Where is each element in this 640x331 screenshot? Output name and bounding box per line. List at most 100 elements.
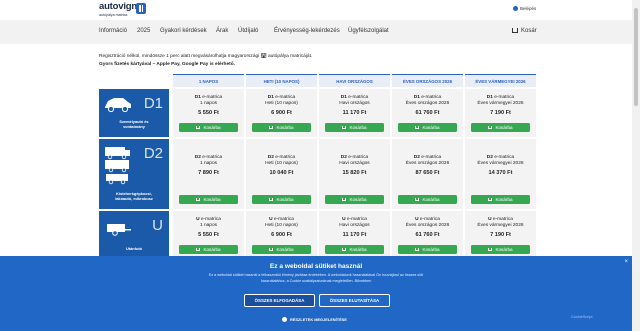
- add-to-cart-label: Kosárba: [422, 247, 440, 252]
- product-desc: e-matrica: [421, 155, 442, 160]
- category-code: D2: [413, 155, 420, 160]
- product-desc: e-matrica: [275, 95, 296, 100]
- add-to-cart-button[interactable]: Kosárba: [252, 245, 311, 254]
- category-code: D1: [267, 95, 274, 100]
- cart-icon: [488, 126, 493, 129]
- product-name: D1 e-matrica: [173, 95, 244, 100]
- add-to-cart-label: Kosárba: [495, 247, 513, 252]
- gear-icon: [282, 317, 287, 322]
- cart-icon: [269, 248, 274, 251]
- cart-icon: [512, 28, 518, 33]
- add-to-cart-button[interactable]: Kosárba: [179, 123, 238, 132]
- price-cell: D1 e-matrica Éves vármegyei 2026 7 190 Ft K…: [465, 89, 536, 137]
- add-to-cart-label: Kosárba: [276, 125, 294, 130]
- product-name: D1 e-matrica: [465, 95, 536, 100]
- price-cell: D1 e-matrica 1 napos 5 550 Ft Kosárba: [173, 89, 244, 137]
- add-to-cart-button[interactable]: Kosárba: [325, 195, 384, 204]
- row-header-d1: D1 Személyautó és vontatmány: [99, 89, 169, 137]
- cart-icon: [196, 248, 201, 251]
- cart-icon: [269, 198, 274, 201]
- price-cell: U e-matrica Havi országos 11 170 Ft Kosárba: [319, 211, 390, 259]
- nav-item-utdijalo[interactable]: Útdíjaló: [238, 28, 258, 34]
- add-to-cart-label: Kosárba: [422, 125, 440, 130]
- product-name: D2 e-matrica: [392, 155, 463, 160]
- product-name: D2 e-matrica: [465, 155, 536, 160]
- product-name: D2 e-matrica: [246, 155, 317, 160]
- cookie-title: Ez a weboldal sütiket használ: [269, 263, 363, 270]
- intro-line-2: Gyors fizetés kártyával – Apple Pay, Goo…: [99, 61, 235, 67]
- category-code: D2: [340, 155, 347, 160]
- product-price: 11 170 Ft: [342, 232, 367, 238]
- add-to-cart-button[interactable]: Kosárba: [325, 123, 384, 132]
- add-to-cart-button[interactable]: Kosárba: [179, 195, 238, 204]
- product-price: 61 760 Ft: [415, 232, 440, 238]
- price-cell: D2 e-matrica 1 napos 7 890 Ft Kosárba: [173, 139, 244, 209]
- product-name: U e-matrica: [246, 217, 317, 222]
- category-code: U: [269, 217, 273, 222]
- cart-label: Kosár: [521, 28, 537, 34]
- category-code: D2: [194, 155, 201, 160]
- cart-link[interactable]: Kosár: [512, 28, 537, 34]
- nav-item-arak[interactable]: Árak: [216, 28, 228, 34]
- product-desc: e-matrica: [421, 95, 442, 100]
- price-cell: U e-matrica 1 napos 5 550 Ft Kosárba: [173, 211, 244, 259]
- add-to-cart-button[interactable]: Kosárba: [471, 123, 530, 132]
- accept-all-button[interactable]: ÖSSZES ELFOGADÁSA: [244, 294, 315, 307]
- add-to-cart-button[interactable]: Kosárba: [252, 195, 311, 204]
- column-header-eves-varmegyei: ÉVES VÁRMEGYEI 2026: [465, 74, 536, 87]
- price-cell: D1 e-matrica Havi országos 11 170 Ft Kosárb…: [319, 89, 390, 137]
- user-icon: [513, 6, 518, 11]
- price-cell: D2 e-matrica Havi országos 15 820 Ft Kosárb…: [319, 139, 390, 209]
- add-to-cart-button[interactable]: Kosárba: [325, 245, 384, 254]
- page-scrollbar[interactable]: [632, 0, 640, 331]
- scrollbar-thumb[interactable]: [634, 8, 638, 106]
- product-period: Éves országos 2026: [405, 161, 450, 166]
- add-to-cart-button[interactable]: Kosárba: [252, 123, 311, 132]
- nav-item-2025[interactable]: 2025: [137, 28, 150, 34]
- nav-item-gyik[interactable]: Gyakori kérdések: [160, 28, 207, 34]
- product-period: Éves vármegyei 2026: [477, 101, 524, 106]
- product-price: 10 040 Ft: [269, 170, 294, 176]
- product-period: Éves vármegyei 2026: [477, 223, 524, 228]
- category-code: U: [415, 217, 419, 222]
- category-code: U: [488, 217, 492, 222]
- add-to-cart-button[interactable]: Kosárba: [179, 245, 238, 254]
- row-header-u: U Utánfutó: [99, 211, 169, 259]
- category-code: D2: [486, 155, 493, 160]
- price-cell: D2 e-matrica Éves vármegyei 2026 14 370 Ft…: [465, 139, 536, 209]
- product-period: Havi országos: [339, 161, 370, 166]
- login-link[interactable]: Belépés: [513, 6, 536, 11]
- product-desc: e-matrica: [275, 155, 296, 160]
- add-to-cart-button[interactable]: Kosárba: [398, 245, 457, 254]
- cart-icon: [415, 126, 420, 129]
- category-code: U: [342, 217, 346, 222]
- nav-item-informacio[interactable]: Információ: [99, 28, 127, 34]
- product-price: 87 650 Ft: [415, 170, 440, 176]
- product-name: D1 e-matrica: [319, 95, 390, 100]
- add-to-cart-button[interactable]: Kosárba: [471, 195, 530, 204]
- reject-all-button[interactable]: ÖSSZES ELUTASÍTÁSA: [319, 294, 390, 307]
- add-to-cart-button[interactable]: Kosárba: [398, 123, 457, 132]
- product-price: 7 190 Ft: [490, 232, 511, 238]
- product-period: 1 napos: [199, 223, 218, 228]
- product-period: Havi országos: [339, 223, 370, 228]
- category-code: D1: [413, 95, 420, 100]
- category-label-u: Utánfutó: [126, 246, 142, 251]
- site-logo[interactable]: autovignet autópálya matrica: [99, 2, 146, 18]
- main-nav: Információ 2025 Gyakori kérdések Árak Út…: [0, 20, 632, 44]
- category-code-d1: D1: [143, 95, 163, 112]
- product-period: Heti (10 napos): [265, 101, 298, 106]
- product-name: D1 e-matrica: [392, 95, 463, 100]
- add-to-cart-button[interactable]: Kosárba: [398, 195, 457, 204]
- add-to-cart-label: Kosárba: [203, 125, 221, 130]
- intro-text: Regisztráció nélkül, mindössze 1 perc al…: [99, 53, 312, 68]
- car-icon: [105, 98, 131, 113]
- nav-item-ugyfelszolgalat[interactable]: Ügyfélszolgálat: [348, 28, 389, 34]
- show-details-button[interactable]: RÉSZLETEK MEGJELENÍTÉSE: [282, 317, 347, 322]
- product-price: 11 170 Ft: [342, 110, 367, 116]
- product-desc: e-matrica: [348, 95, 369, 100]
- add-to-cart-button[interactable]: Kosárba: [471, 245, 530, 254]
- product-name: U e-matrica: [319, 217, 390, 222]
- nav-item-ervenyesseg[interactable]: Érvényesség-lekérdezés: [274, 28, 340, 34]
- cookie-brand[interactable]: CookieScript: [571, 315, 593, 319]
